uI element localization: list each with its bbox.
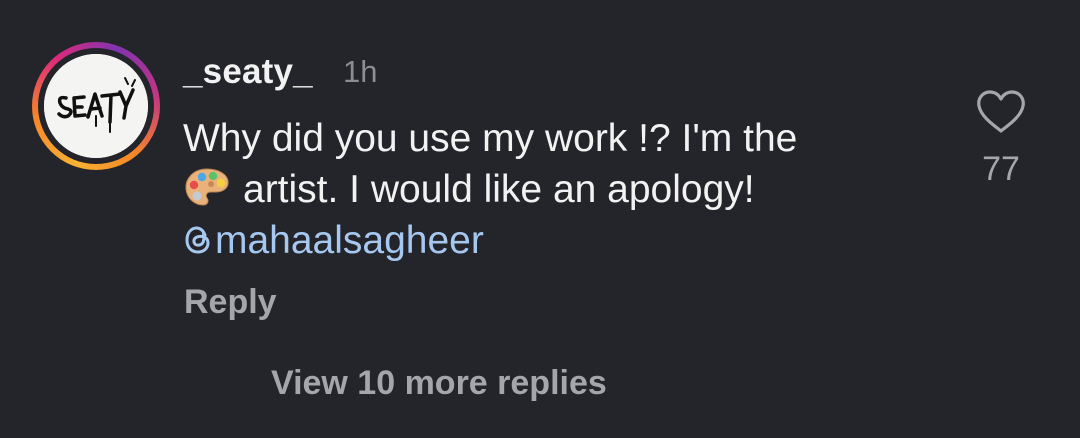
like-button[interactable] <box>975 89 1027 135</box>
mention-link[interactable]: mahaalsagheer <box>183 215 943 266</box>
comment-username[interactable]: _seaty_ <box>183 52 313 92</box>
avatar-story-ring[interactable] <box>32 42 160 170</box>
mention-username[interactable]: mahaalsagheer <box>215 219 484 262</box>
comment-text-line-2: artist. I would like an apology! <box>243 168 755 211</box>
artist-palette-icon <box>185 168 229 206</box>
comment-text-line-1: Why did you use my work !? I'm the <box>183 117 798 160</box>
heart-outline-icon <box>977 90 1025 133</box>
comment-item: _seaty_ 1h Why did you use my work !? I'… <box>0 0 1080 438</box>
threads-icon <box>185 226 210 254</box>
reply-button[interactable]: Reply <box>184 283 277 322</box>
comment-timestamp: 1h <box>343 54 378 89</box>
comment-text-line-2-wrapper: artist. I would like an apology! <box>183 164 943 215</box>
seaty-logo-icon <box>44 54 148 158</box>
avatar[interactable] <box>44 54 148 158</box>
like-count: 77 <box>982 150 1020 188</box>
comment-text: Why did you use my work !? I'm the artis… <box>183 113 943 266</box>
view-more-replies-button[interactable]: View 10 more replies <box>271 364 607 403</box>
